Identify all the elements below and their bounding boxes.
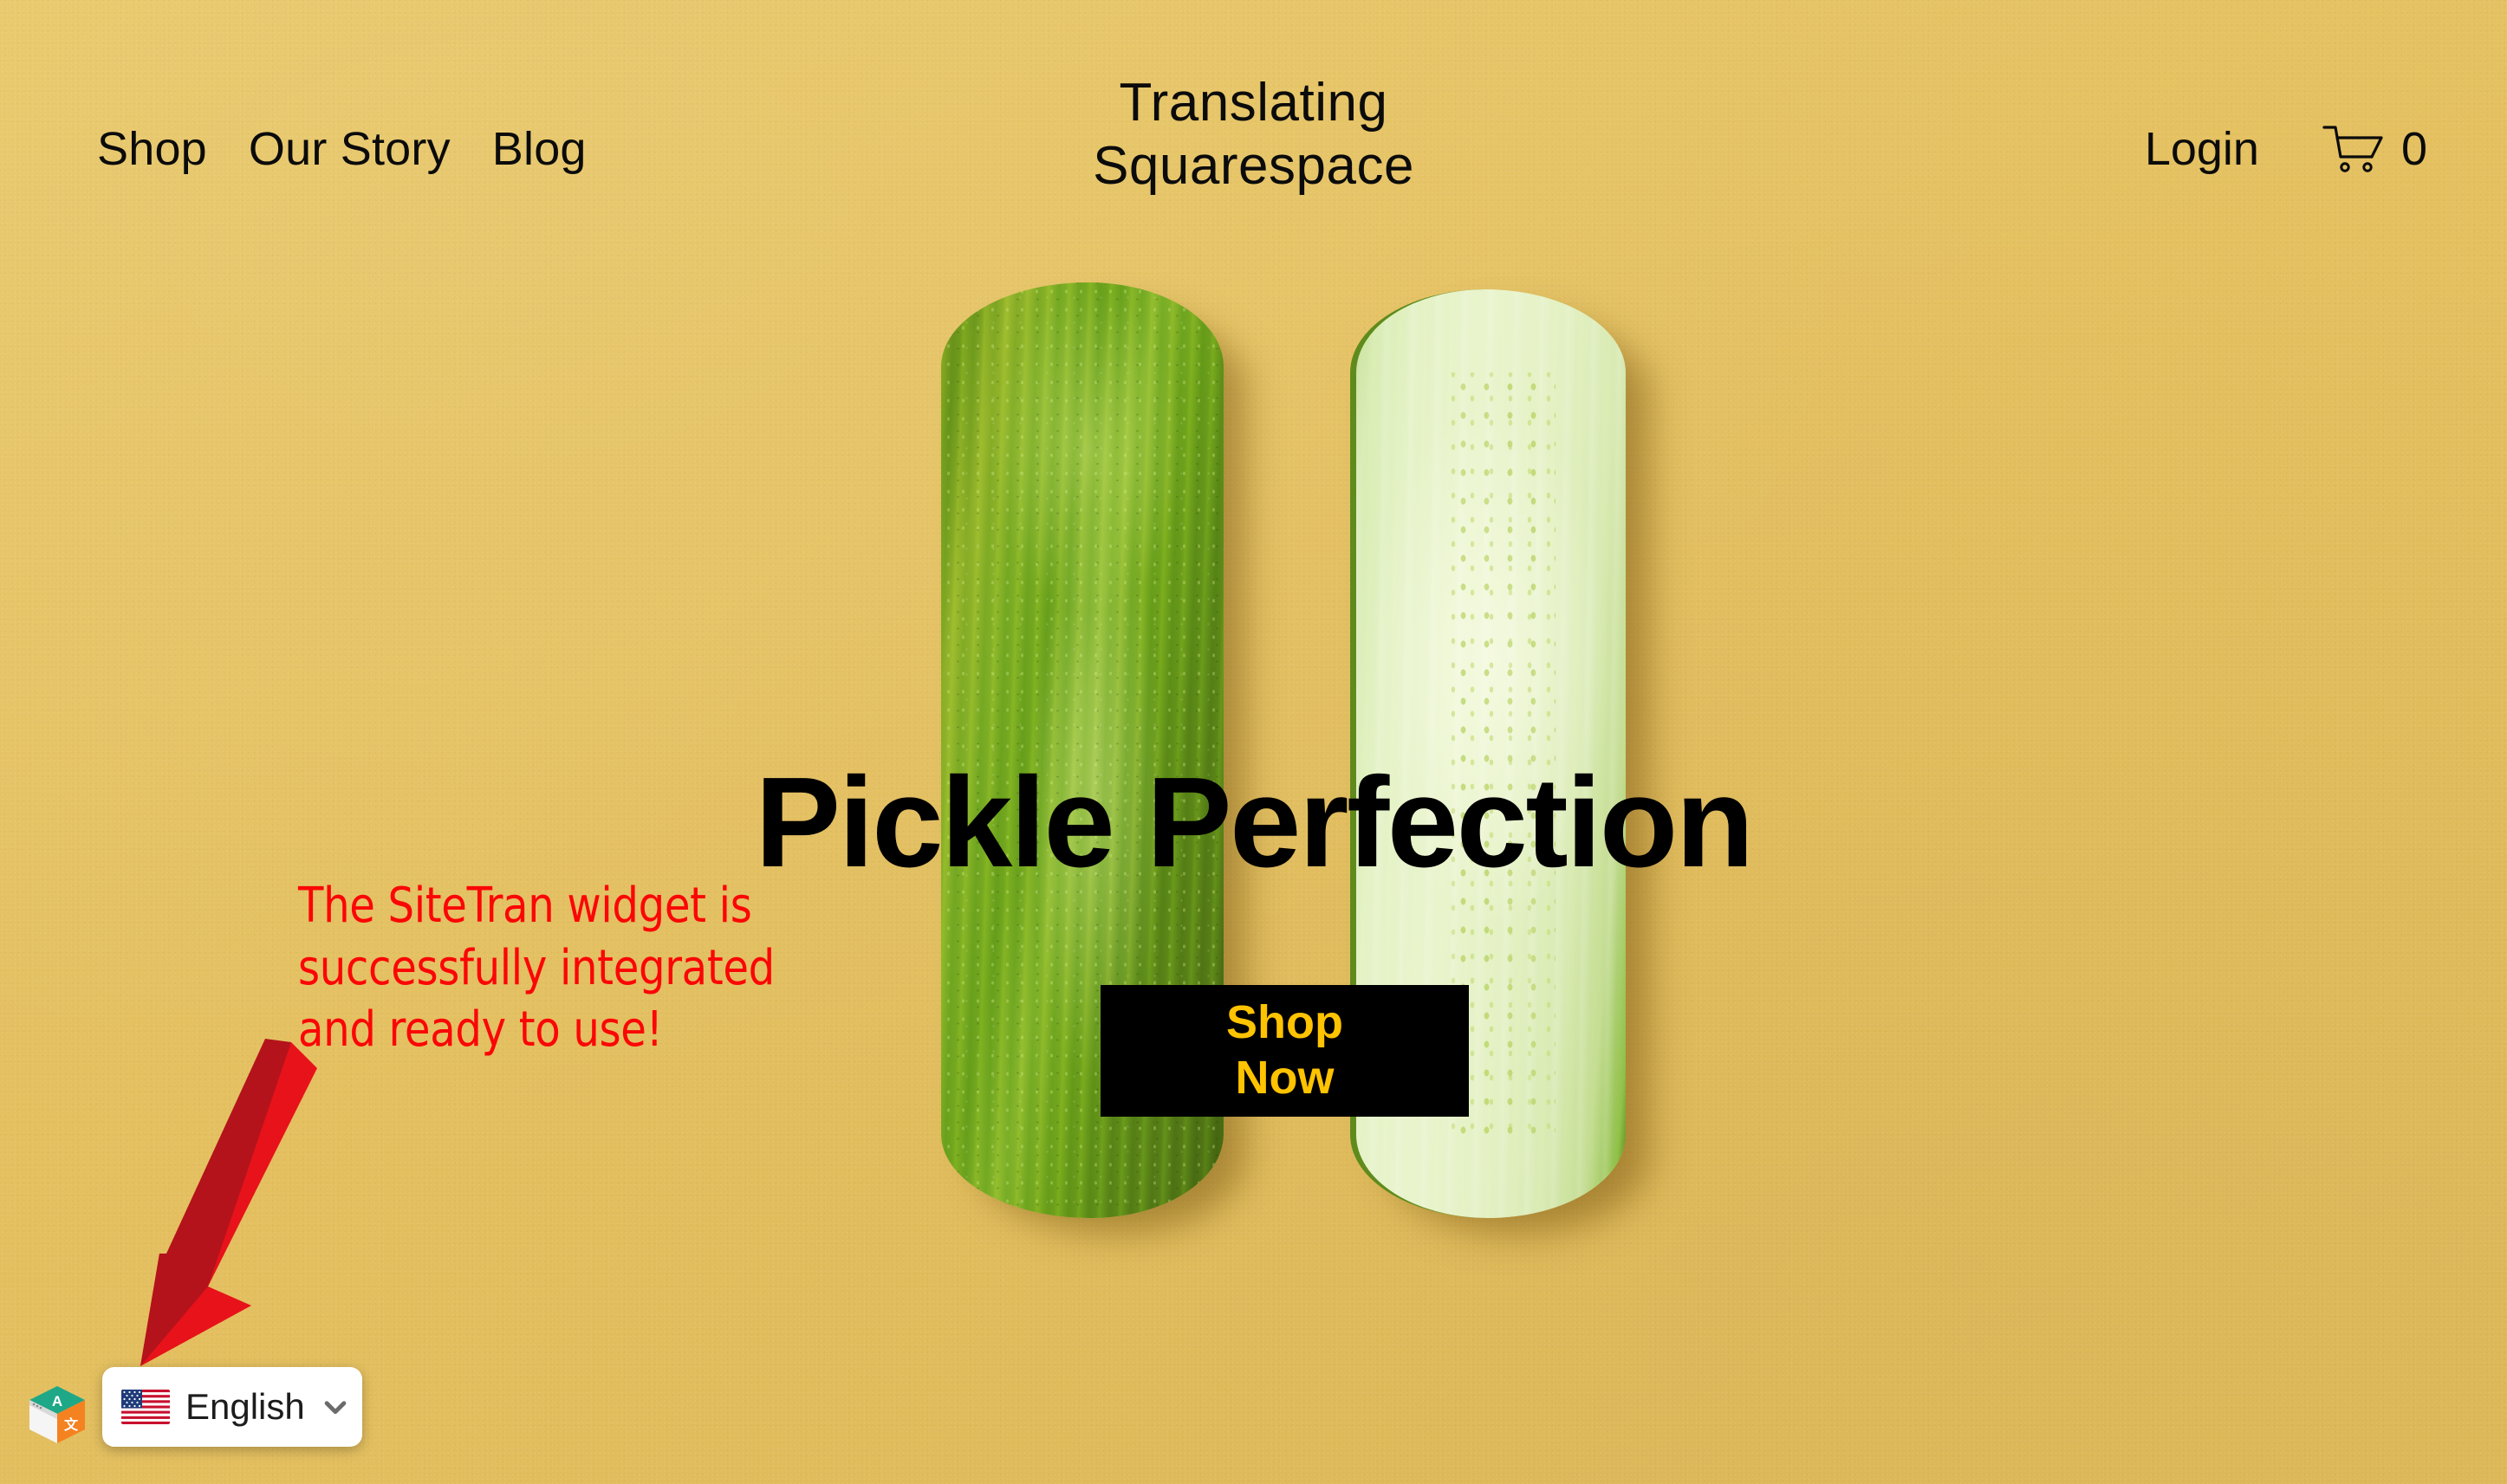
login-link[interactable]: Login (2145, 126, 2259, 172)
secondary-navigation: Login 0 (2145, 122, 2427, 176)
page-background: Shop Our Story Blog Translating Squaresp… (0, 0, 2507, 1484)
shop-now-label-line-2: Now (1235, 1052, 1335, 1104)
language-selector-dropdown[interactable]: English (102, 1367, 362, 1447)
annotation-callout-text: The SiteTran widget is successfully inte… (298, 878, 775, 1059)
site-title[interactable]: Translating Squarespace (1093, 71, 1414, 198)
shop-now-button[interactable]: Shop Now (1101, 985, 1469, 1117)
chevron-down-icon[interactable] (321, 1392, 350, 1422)
svg-text:文: 文 (64, 1416, 79, 1433)
cart-item-count: 0 (2400, 123, 2427, 175)
hero-headline: Pickle Perfection (755, 751, 1754, 894)
nav-link-blog[interactable]: Blog (492, 126, 587, 172)
nav-link-shop[interactable]: Shop (97, 126, 207, 172)
site-title-line-1: Translating (1119, 73, 1388, 133)
selected-language-label: English (185, 1386, 305, 1427)
down-left-arrow-icon (140, 1039, 317, 1366)
svg-text:A: A (52, 1393, 62, 1409)
us-flag-icon (121, 1390, 170, 1424)
nav-link-our-story[interactable]: Our Story (249, 126, 451, 172)
shop-now-label-line-1: Shop (1226, 996, 1343, 1049)
primary-navigation: Shop Our Story Blog (97, 126, 587, 172)
sitetran-cube-logo-icon[interactable]: A 文 (26, 1383, 88, 1448)
shopping-cart-icon (2322, 126, 2383, 172)
site-header: Shop Our Story Blog Translating Squaresp… (0, 0, 2507, 225)
site-title-line-2: Squarespace (1093, 136, 1414, 197)
cart-button[interactable]: 0 (2322, 122, 2427, 176)
